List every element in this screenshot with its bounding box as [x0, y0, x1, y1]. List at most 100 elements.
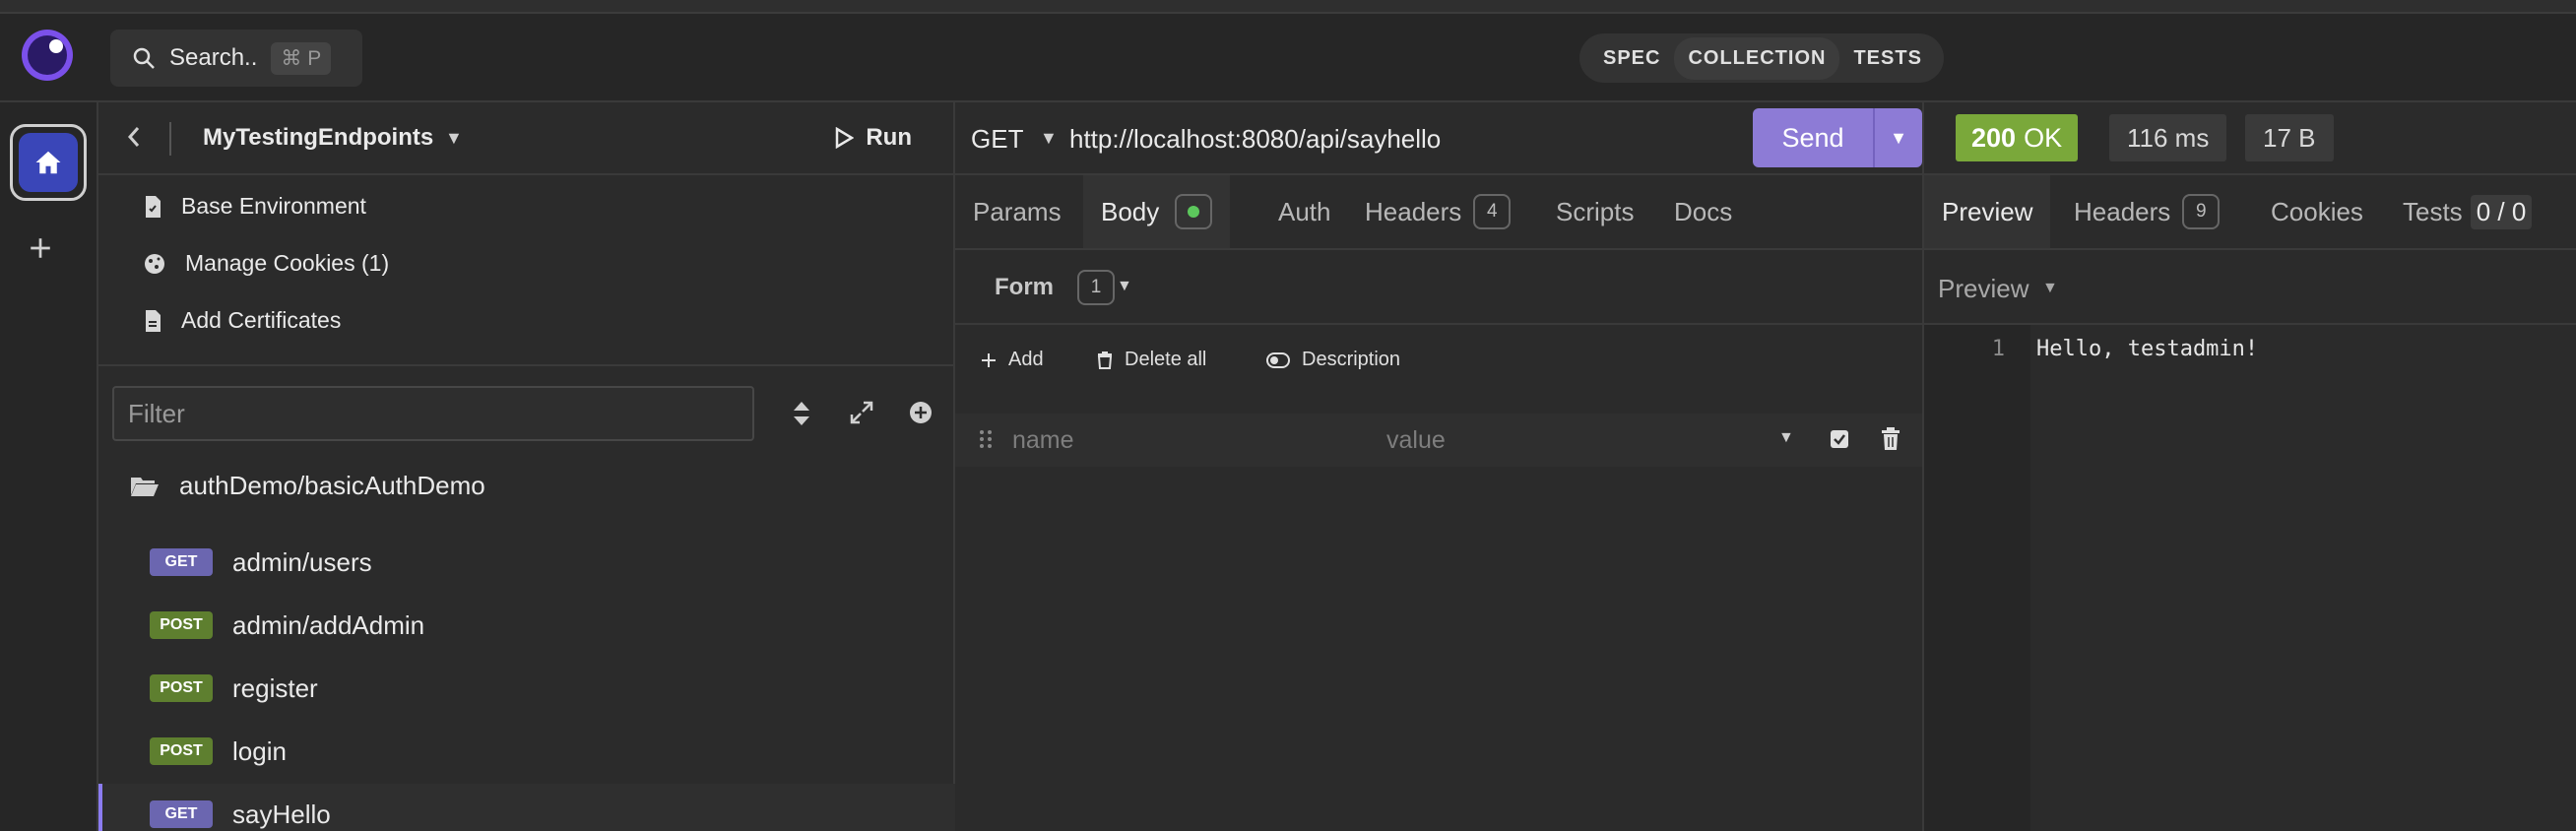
- plus-icon: [31, 238, 50, 258]
- method-badge: POST: [150, 737, 213, 765]
- filter-input[interactable]: [112, 386, 754, 441]
- certificate-doc-icon: [146, 309, 161, 332]
- response-status-bar: 200 OK 116 ms 17 B: [1924, 102, 2576, 175]
- param-name-input[interactable]: [1012, 421, 1367, 459]
- send-options-caret-icon[interactable]: ▼: [1875, 128, 1922, 149]
- trash-icon[interactable]: [1881, 427, 1900, 456]
- folder-item[interactable]: authDemo/basicAuthDemo: [130, 471, 485, 501]
- mode-collection[interactable]: COLLECTION: [1674, 36, 1840, 80]
- back-button[interactable]: [124, 124, 144, 157]
- folder-label: authDemo/basicAuthDemo: [179, 471, 485, 500]
- add-param-label: Add: [1008, 349, 1044, 370]
- tab-response-headers[interactable]: Headers 9: [2056, 175, 2237, 248]
- tab-params[interactable]: Params: [955, 175, 1079, 248]
- search-shortcut: ⌘ P: [271, 41, 332, 75]
- caret-down-icon[interactable]: ▼: [2042, 280, 2058, 297]
- tab-auth[interactable]: Auth: [1260, 175, 1349, 248]
- tab-docs[interactable]: Docs: [1656, 175, 1750, 248]
- tests-count-badge: 0 / 0: [2470, 194, 2533, 229]
- request-name: admin/addAdmin: [232, 609, 425, 640]
- add-workspace-button[interactable]: [28, 228, 53, 268]
- tab-preview-label: Preview: [1942, 196, 2033, 226]
- drag-handle-icon[interactable]: [979, 428, 993, 455]
- tab-headers-label: Headers: [1365, 196, 1462, 226]
- project-name[interactable]: MyTestingEndpoints: [203, 124, 433, 152]
- caret-down-icon[interactable]: ▼: [1117, 278, 1132, 295]
- mode-spec[interactable]: SPEC: [1589, 37, 1674, 80]
- response-body-viewer[interactable]: 1 Hello, testadmin!: [1924, 325, 2576, 831]
- request-item[interactable]: POST register: [98, 658, 955, 719]
- tab-body-label: Body: [1101, 196, 1160, 226]
- line-number: 1: [1991, 337, 2005, 361]
- run-button[interactable]: Run: [834, 124, 912, 152]
- chevron-left-icon: [127, 127, 140, 147]
- request-item[interactable]: POST admin/addAdmin: [98, 595, 955, 656]
- response-tabs: Preview Headers 9 Cookies Tests 0 / 0: [1924, 175, 2576, 250]
- collection-sidebar: MyTestingEndpoints ▼ Run Base Environmen…: [98, 102, 955, 831]
- add-param-button[interactable]: Add: [981, 349, 1044, 371]
- tab-cookies-label: Cookies: [2271, 196, 2363, 226]
- home-button-fill: [19, 133, 78, 192]
- expand-icon[interactable]: [849, 400, 874, 430]
- line-gutter: 1: [1924, 325, 2030, 831]
- tab-tests-label: Tests: [2403, 196, 2463, 226]
- status-badge: 200 OK: [1956, 114, 2079, 161]
- method-badge: GET: [150, 800, 213, 828]
- checkbox-icon[interactable]: [1830, 429, 1849, 454]
- method-badge: POST: [150, 611, 213, 639]
- method-select[interactable]: GET: [971, 124, 1023, 155]
- add-certificates-item[interactable]: Add Certificates: [144, 307, 341, 334]
- description-label: Description: [1302, 349, 1401, 370]
- search-button[interactable]: Search.. ⌘ P: [110, 30, 362, 87]
- add-request-icon[interactable]: [908, 400, 934, 430]
- request-item[interactable]: POST login: [98, 721, 955, 782]
- tab-body[interactable]: Body: [1083, 175, 1231, 248]
- base-environment-item[interactable]: Base Environment: [144, 193, 366, 220]
- request-name: login: [232, 735, 287, 766]
- param-actions: Add Delete all Description: [955, 325, 1922, 394]
- tab-auth-label: Auth: [1278, 196, 1331, 226]
- search-icon: [133, 47, 155, 69]
- preview-mode-bar: Preview ▼: [1924, 250, 2576, 325]
- param-value-input[interactable]: [1386, 421, 1721, 459]
- request-name: sayHello: [232, 799, 331, 829]
- tab-headers[interactable]: Headers 4: [1347, 175, 1528, 248]
- param-row: ▼: [955, 414, 1922, 467]
- tab-scripts-label: Scripts: [1556, 196, 1635, 226]
- request-item[interactable]: GET admin/users: [98, 532, 955, 593]
- status-code: 200: [1971, 122, 2017, 153]
- tab-response-headers-label: Headers: [2074, 196, 2171, 226]
- response-panel: 200 OK 116 ms 17 B Preview Headers 9 Coo…: [1924, 102, 2576, 831]
- preview-mode-select[interactable]: Preview: [1938, 274, 2029, 304]
- manage-cookies-item[interactable]: Manage Cookies (1): [144, 250, 389, 277]
- home-button[interactable]: [10, 124, 87, 201]
- tab-tests[interactable]: Tests 0 / 0: [2385, 175, 2549, 248]
- mode-tests[interactable]: TESTS: [1839, 37, 1935, 80]
- caret-down-icon[interactable]: ▼: [445, 128, 463, 149]
- description-toggle[interactable]: Description: [1266, 349, 1400, 371]
- form-count-badge: 1: [1077, 270, 1115, 305]
- caret-down-icon[interactable]: ▼: [1040, 128, 1058, 149]
- tab-scripts[interactable]: Scripts: [1538, 175, 1651, 248]
- response-time-badge: 116 ms: [2109, 114, 2227, 161]
- left-rail: [0, 102, 98, 831]
- manage-cookies-label: Manage Cookies (1): [185, 250, 390, 276]
- sort-icon[interactable]: [792, 400, 811, 432]
- app-logo[interactable]: [22, 30, 73, 81]
- tab-docs-label: Docs: [1674, 196, 1733, 226]
- body-mode-bar: Form 1 ▼: [955, 250, 1922, 325]
- send-button[interactable]: Send: [1753, 123, 1873, 154]
- tab-preview[interactable]: Preview: [1924, 175, 2051, 248]
- delete-all-button[interactable]: Delete all: [1097, 349, 1206, 371]
- request-tabs: Params Body Auth Headers 4 Scripts Docs: [955, 175, 1922, 250]
- caret-down-icon[interactable]: ▼: [1778, 429, 1794, 447]
- send-button-group: Send ▼: [1753, 108, 1922, 167]
- url-input[interactable]: http://localhost:8080/api/sayhello: [1069, 124, 1441, 155]
- tab-cookies[interactable]: Cookies: [2253, 175, 2381, 248]
- search-label: Search..: [169, 44, 258, 71]
- trash-icon: [1097, 351, 1113, 369]
- base-environment-label: Base Environment: [181, 193, 366, 219]
- body-mode-select[interactable]: Form: [995, 274, 1054, 301]
- request-item-active[interactable]: GET sayHello: [98, 784, 955, 831]
- response-body-text: Hello, testadmin!: [2036, 337, 2259, 361]
